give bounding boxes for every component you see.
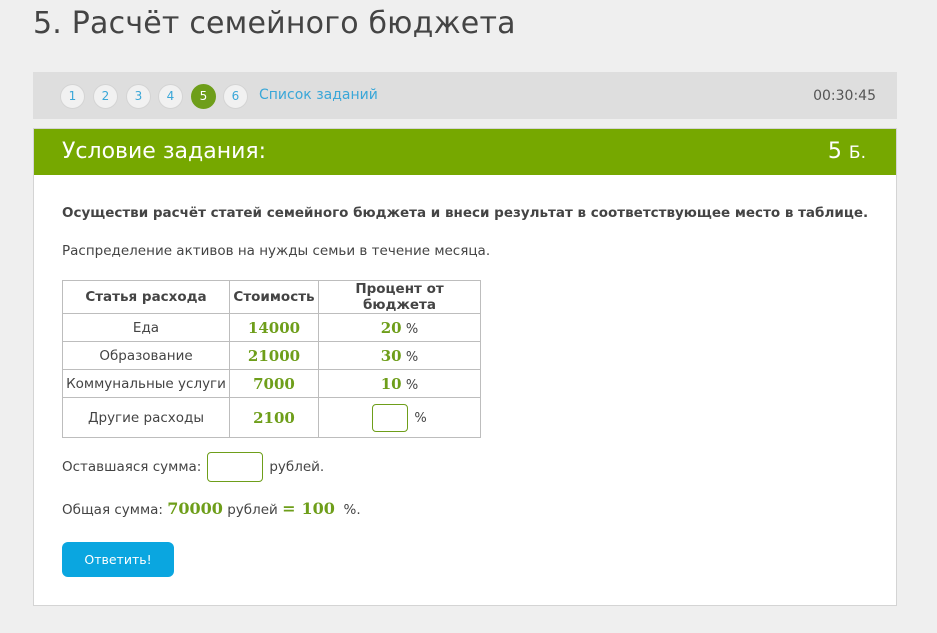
points-unit: Б. bbox=[848, 143, 866, 163]
total-sum-label: Общая сумма: bbox=[62, 502, 168, 518]
total-equals-sign: = bbox=[282, 499, 296, 518]
row-percent: % bbox=[318, 397, 481, 438]
percent-value: 20 bbox=[380, 318, 402, 337]
task-points: 5 Б. bbox=[828, 139, 866, 164]
page-title: 5. Расчёт семейного бюджета bbox=[33, 6, 516, 41]
task-number-6[interactable]: 6 bbox=[223, 84, 248, 109]
task-card: Условие задания: 5 Б. Осуществи расчёт с… bbox=[33, 128, 897, 606]
budget-table: Статья расхода Стоимость Процент от бюдж… bbox=[62, 280, 481, 438]
row-cost: 21000 bbox=[229, 341, 319, 370]
header-item: Статья расхода bbox=[62, 280, 230, 314]
cost-value: 7000 bbox=[253, 374, 295, 393]
total-percent-value: 100 bbox=[301, 499, 335, 518]
percent-value: 30 bbox=[380, 346, 402, 365]
table-row: Коммунальные услуги 7000 10 % bbox=[62, 369, 481, 398]
task-navigation-bar: 1 2 3 4 5 6 Список заданий 00:30:45 bbox=[33, 72, 897, 119]
task-list-link[interactable]: Список заданий bbox=[259, 87, 378, 103]
row-percent: 30 % bbox=[318, 341, 481, 370]
task-number-1[interactable]: 1 bbox=[60, 84, 85, 109]
percent-input[interactable] bbox=[372, 403, 409, 432]
row-percent: 20 % bbox=[318, 313, 481, 342]
task-number-4[interactable]: 4 bbox=[158, 84, 183, 109]
row-item: Другие расходы bbox=[62, 397, 230, 438]
task-card-header: Условие задания: 5 Б. bbox=[34, 129, 896, 175]
percent-sign: % bbox=[414, 410, 427, 426]
row-item: Коммунальные услуги bbox=[62, 369, 230, 398]
row-item: Образование bbox=[62, 341, 230, 370]
percent-sign: % bbox=[405, 349, 419, 365]
table-row: Образование 21000 30 % bbox=[62, 341, 481, 370]
timer: 00:30:45 bbox=[813, 88, 876, 104]
task-number-3[interactable]: 3 bbox=[126, 84, 151, 109]
submit-answer-button[interactable]: Ответить! bbox=[62, 542, 174, 577]
total-sum-value: 70000 bbox=[167, 499, 223, 518]
task-number-5-current[interactable]: 5 bbox=[191, 84, 216, 109]
table-row: Другие расходы 2100 % bbox=[62, 397, 481, 438]
remaining-sum-label: Оставшаяся сумма: bbox=[62, 459, 202, 475]
remaining-sum-input[interactable] bbox=[207, 452, 264, 482]
percent-value: 10 bbox=[380, 374, 402, 393]
total-sum-row: Общая сумма: 70000 рублей = 100 %. bbox=[62, 499, 361, 518]
header-cost: Стоимость bbox=[229, 280, 319, 314]
task-number-2[interactable]: 2 bbox=[93, 84, 118, 109]
percent-sign: % bbox=[405, 321, 419, 337]
total-percent-sign: %. bbox=[334, 502, 361, 518]
percent-sign: % bbox=[405, 377, 419, 393]
task-subtitle: Распределение активов на нужды семьи в т… bbox=[62, 243, 491, 259]
task-condition-title: Условие задания: bbox=[62, 139, 267, 164]
row-percent: 10 % bbox=[318, 369, 481, 398]
row-cost: 14000 bbox=[229, 313, 319, 342]
points-value: 5 bbox=[827, 139, 842, 164]
row-cost: 7000 bbox=[229, 369, 319, 398]
cost-value: 14000 bbox=[247, 318, 301, 337]
table-header-row: Статья расхода Стоимость Процент от бюдж… bbox=[62, 280, 481, 314]
cost-value: 2100 bbox=[253, 408, 295, 427]
cost-value: 21000 bbox=[247, 346, 301, 365]
remaining-sum-row: Оставшаяся сумма: рублей. bbox=[62, 452, 324, 482]
header-percent: Процент от бюджета bbox=[318, 280, 481, 314]
task-question: Осуществи расчёт статей семейного бюджет… bbox=[62, 205, 869, 221]
remaining-sum-unit: рублей. bbox=[269, 459, 325, 475]
table-row: Еда 14000 20 % bbox=[62, 313, 481, 342]
row-cost: 2100 bbox=[229, 397, 319, 438]
total-sum-unit: рублей bbox=[222, 502, 283, 518]
row-item: Еда bbox=[62, 313, 230, 342]
